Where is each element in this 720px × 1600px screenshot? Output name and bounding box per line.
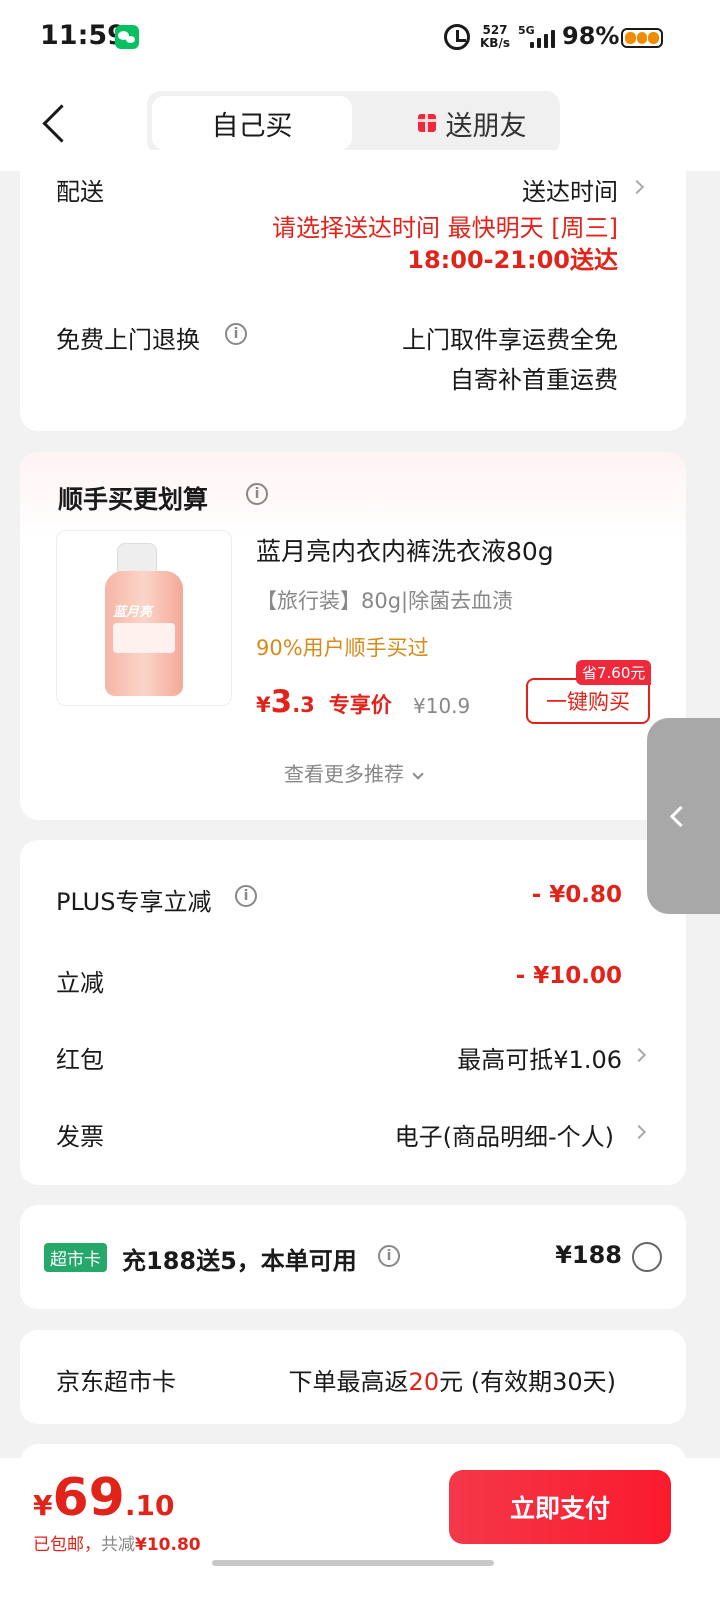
info-icon[interactable]: i [378, 1245, 400, 1267]
jd-card-label: 京东超市卡 [56, 1368, 176, 1396]
recommend-card: 顺手买更划算 i 蓝月亮 蓝月亮内衣内裤洗衣液80g 【旅行装】80g|除菌去血… [20, 452, 686, 820]
chevron-down-icon [412, 768, 424, 780]
delivery-time-prompt: 请选择送达时间 最快明天 [周三] [272, 214, 618, 242]
instant-discount-value: - ¥10.00 [515, 963, 622, 989]
see-more-recommendations[interactable]: 查看更多推荐 [20, 758, 686, 787]
plus-discount-value: - ¥0.80 [531, 882, 622, 908]
info-icon[interactable]: i [225, 323, 247, 345]
home-indicator[interactable] [212, 1560, 494, 1566]
delivery-label: 配送 [56, 178, 104, 206]
delivery-card: 配送 送达时间 请选择送达时间 最快明天 [周三] 18:00-21:00送达 … [20, 150, 686, 431]
redpacket-value[interactable]: 最高可抵¥1.06 [457, 1040, 622, 1075]
total-decimal: .10 [124, 1489, 175, 1522]
supermarket-card-promo[interactable]: 超市卡 充188送5，本单可用 i ¥188 [20, 1205, 686, 1309]
chevron-right-icon [631, 1047, 647, 1063]
saved-label: 共减 [101, 1535, 135, 1555]
supermarket-card-radio[interactable] [632, 1242, 662, 1272]
order-summary: 已包邮，共减¥10.80 [33, 1530, 201, 1555]
wechat-notification-icon [115, 25, 139, 49]
cashback-suffix: 元 (有效期30天) [439, 1368, 616, 1396]
order-total: ¥69.10 [33, 1468, 174, 1528]
chevron-right-icon [631, 1124, 647, 1140]
info-icon[interactable]: i [246, 483, 268, 505]
delivery-time-label[interactable]: 送达时间 [522, 172, 618, 207]
price-integer: 3 [270, 684, 293, 720]
free-shipping-text: 已包邮， [33, 1535, 101, 1555]
side-panel-toggle[interactable] [647, 718, 720, 914]
battery-icon [621, 28, 663, 48]
checkout-bar: ¥69.10 已包邮，共减¥10.80 立即支付 [0, 1458, 720, 1600]
plus-discount-label: PLUS专享立减 [56, 888, 212, 916]
original-price: ¥10.9 [413, 694, 471, 718]
back-arrow-icon[interactable] [40, 104, 66, 144]
tab-buy-self-label: 自己买 [211, 110, 293, 142]
exclusive-price-tag: 专享价 [328, 693, 392, 717]
jd-card-row: 京东超市卡 下单最高返20元 (有效期30天) [20, 1330, 686, 1424]
redpacket-label: 红包 [56, 1046, 104, 1074]
jd-card-cashback: 下单最高返20元 (有效期30天) [289, 1362, 616, 1397]
bottle-brand-text: 蓝月亮 [113, 605, 153, 620]
discount-card: PLUS专享立减 i - ¥0.80 立减 - ¥10.00 红包 最高可抵¥1… [20, 840, 686, 1185]
supermarket-card-offer: 充188送5，本单可用 [122, 1247, 357, 1275]
network-speed: 527 KB/s [480, 24, 510, 50]
speed-unit: KB/s [480, 36, 510, 50]
return-self-ship-text: 自寄补首重运费 [450, 366, 618, 394]
signal-icon [528, 30, 558, 48]
tab-send-friend-label: 送朋友 [445, 110, 527, 142]
tab-buy-self[interactable]: 自己买 [152, 96, 352, 150]
info-icon[interactable]: i [235, 885, 257, 907]
saved-value: ¥10.80 [135, 1535, 201, 1555]
product-spec: 【旅行装】80g|除菌去血渍 [256, 589, 514, 613]
recommend-title: 顺手买更划算 [58, 485, 209, 514]
return-pickup-text: 上门取件享运费全免 [402, 326, 618, 354]
alarm-icon [444, 24, 470, 50]
battery-level: 98% [562, 22, 620, 50]
price-currency: ¥ [256, 693, 271, 717]
see-more-label: 查看更多推荐 [284, 762, 404, 786]
cashback-amount: 20 [408, 1368, 440, 1396]
product-price: ¥3.3 专享价 [256, 684, 392, 720]
status-time: 11:59 [40, 20, 126, 51]
bottle-label-band [113, 623, 175, 653]
total-integer: 69 [52, 1468, 125, 1528]
product-popularity: 90%用户顺手买过 [256, 636, 429, 660]
delivery-time-range: 18:00-21:00送达 [407, 246, 618, 274]
tab-send-friend[interactable]: 送朋友 [387, 96, 557, 150]
product-name[interactable]: 蓝月亮内衣内裤洗衣液80g [256, 532, 554, 568]
gift-icon [416, 114, 437, 132]
purchase-mode-switch: 自己买 送朋友 [147, 91, 560, 155]
instant-discount-label: 立减 [56, 969, 104, 997]
free-return-label: 免费上门退换 [56, 326, 200, 354]
invoice-label: 发票 [56, 1123, 104, 1151]
chevron-right-icon [629, 179, 645, 195]
product-image[interactable]: 蓝月亮 [56, 530, 232, 706]
save-amount-badge: 省7.60元 [576, 660, 652, 685]
supermarket-card-chip: 超市卡 [44, 1243, 107, 1272]
invoice-value[interactable]: 电子(商品明细-个人) [395, 1117, 614, 1152]
total-currency: ¥ [33, 1489, 53, 1522]
bottle-shape: 蓝月亮 [105, 571, 183, 696]
price-decimal: .3 [292, 693, 315, 717]
supermarket-card-price: ¥188 [555, 1241, 622, 1269]
pay-now-button[interactable]: 立即支付 [449, 1470, 671, 1544]
cashback-prefix: 下单最高返 [288, 1368, 409, 1396]
status-bar: 11:59 527 KB/s 5G 98% [0, 0, 720, 76]
